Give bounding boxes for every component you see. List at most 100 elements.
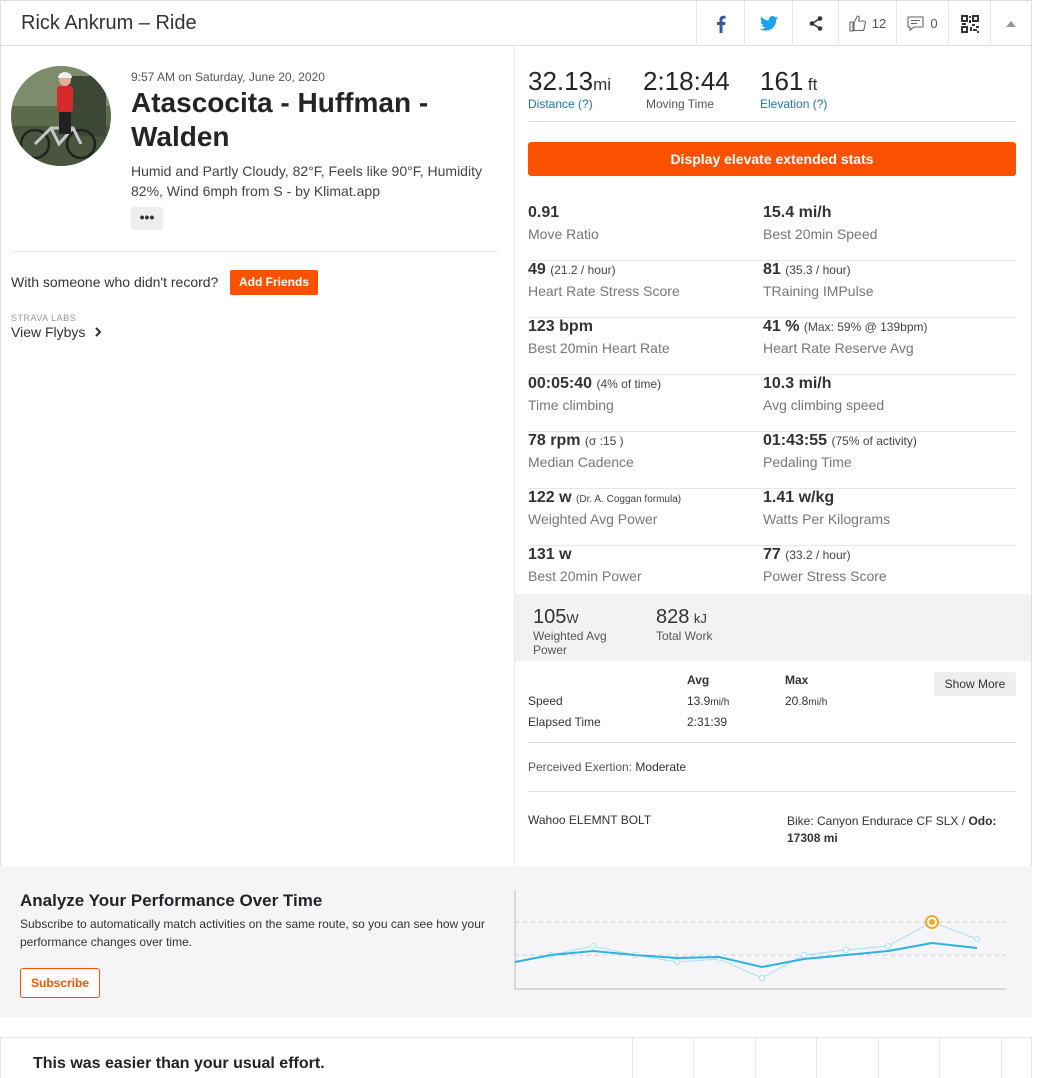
stat-label: Best 20min Speed [763, 226, 878, 242]
stat-sub: (4% of time) [596, 377, 662, 391]
chevron-right-icon [95, 327, 102, 337]
stat-cell: 0.91 Move Ratio [528, 204, 599, 242]
bike-info: Bike: Canyon Endurace CF SLX / Odo: 17308… [787, 813, 1012, 847]
elapsed-time-label: Elapsed Time [528, 715, 601, 729]
chart-point [974, 936, 980, 942]
stat-value: 10.3 mi/h [763, 375, 832, 392]
stat-value: 0.91 [528, 204, 560, 221]
stat-value: 78 rpm [528, 432, 581, 449]
stat-label: Move Ratio [528, 226, 599, 242]
more-actions-button[interactable]: ••• [131, 207, 163, 230]
speed-max-value: 20.8 [785, 694, 809, 708]
effort-column [632, 1038, 633, 1078]
twitter-share-button[interactable] [744, 1, 792, 46]
analyze-title: Analyze Your Performance Over Time [20, 891, 323, 910]
effort-column [878, 1038, 879, 1078]
weighted-power-stat: 105W Weighted Avg Power [533, 606, 623, 657]
chart-point [801, 952, 807, 958]
elapsed-time-value: 2:31:39 [687, 715, 728, 729]
athlete-avatar[interactable] [11, 66, 111, 166]
divider [528, 121, 1016, 122]
share-button[interactable] [792, 1, 838, 46]
elevate-extended-stats-button[interactable]: Display elevate extended stats [528, 142, 1016, 176]
moving-time-stat: 2:18:44 Moving Time [643, 66, 730, 111]
twitter-icon [759, 16, 778, 31]
facebook-icon [716, 15, 726, 33]
elevation-unit: ft [807, 75, 818, 94]
facebook-share-button[interactable] [696, 1, 744, 46]
speed-avg-value: 13.9 [687, 694, 711, 708]
divider [528, 791, 1016, 792]
stat-cell: 41 % (Max: 59% @ 139bpm) Heart Rate Reser… [763, 318, 927, 356]
stat-cell: 00:05:40 (4% of time) Time climbing [528, 375, 661, 413]
total-work-label: Total Work [656, 629, 713, 643]
speed-max: 20.8mi/h [785, 694, 827, 708]
stat-sub: (75% of activity) [831, 434, 917, 448]
stat-sub: (Dr. A. Coggan formula) [576, 494, 682, 505]
stat-sub: (33.2 / hour) [785, 548, 851, 562]
collapse-button[interactable] [990, 1, 1031, 46]
add-friends-button[interactable]: Add Friends [230, 270, 318, 295]
speed-avg-unit: mi/h [710, 697, 730, 708]
stat-value: 81 [763, 261, 781, 278]
distance-value: 32.13 [528, 66, 594, 96]
thumbs-up-icon [849, 15, 866, 32]
weighted-power-value: 105 [533, 606, 567, 628]
avg-header: Avg [687, 673, 710, 687]
stat-label: Heart Rate Reserve Avg [763, 340, 914, 356]
kudos-count: 12 [871, 16, 887, 31]
stat-cell: 81 (35.3 / hour) TRaining IMPulse [763, 261, 874, 299]
athlete-photo [11, 66, 111, 166]
effort-column [693, 1038, 694, 1078]
qr-code-icon [960, 14, 979, 33]
show-more-button[interactable]: Show More [934, 672, 1016, 696]
moving-time-value: 2:18:44 [643, 66, 730, 96]
chart-highlight-dot [929, 919, 935, 925]
moving-time-label: Moving Time [646, 97, 715, 111]
stat-label: Median Cadence [528, 454, 634, 470]
stat-cell: 123 bpm Best 20min Heart Rate [528, 318, 670, 356]
kudos-button[interactable]: 12 [838, 1, 896, 46]
stat-cell: 49 (21.2 / hour) Heart Rate Stress Score [528, 261, 680, 299]
chart-point [843, 947, 849, 953]
stat-cell: 10.3 mi/h Avg climbing speed [763, 375, 884, 413]
stat-cell: 78 rpm (σ :15 ) Median Cadence [528, 432, 634, 470]
stat-cell: 77 (33.2 / hour) Power Stress Score [763, 546, 887, 584]
chart-point [674, 959, 680, 965]
stats-row: 0.91 Move Ratio 15.4 mi/h Best 20min Speed [528, 204, 1016, 261]
subscribe-button[interactable]: Subscribe [20, 968, 100, 998]
caret-up-icon [1006, 20, 1016, 27]
elevation-label[interactable]: Elevation (?) [760, 97, 827, 111]
stat-value: 49 [528, 261, 546, 278]
comments-button[interactable]: 0 [896, 1, 948, 46]
total-work-value: 828 [656, 606, 690, 628]
distance-unit: mi [593, 75, 612, 94]
total-work-unit: kJ [693, 611, 707, 626]
stat-value: 122 w [528, 489, 572, 506]
header-actions: 12 0 [696, 1, 1031, 46]
distance-stat: 32.13mi Distance (?) [528, 66, 611, 111]
distance-label[interactable]: Distance (?) [528, 97, 611, 111]
stat-label: Power Stress Score [763, 568, 887, 584]
stat-cell: 01:43:55 (75% of activity) Pedaling Time [763, 432, 917, 470]
stat-label: Avg climbing speed [763, 397, 885, 413]
page-header: Rick Ankrum – Ride 12 0 [0, 0, 1032, 46]
max-header: Max [785, 673, 809, 687]
speed-label: Speed [528, 694, 563, 708]
stat-label: Pedaling Time [763, 454, 852, 470]
speed-max-unit: mi/h [808, 697, 828, 708]
strava-labs-label: STRAVA LABS [11, 313, 77, 323]
add-friends-prompt: With someone who didn't record? [11, 274, 219, 290]
stat-label: Heart Rate Stress Score [528, 283, 680, 299]
odo-label: Odo: [968, 814, 997, 828]
effort-summary: This was easier than your usual effort. [33, 1055, 325, 1072]
qr-code-button[interactable] [948, 1, 990, 46]
page-title: Rick Ankrum – Ride [21, 12, 197, 34]
chart-point [590, 943, 596, 949]
stat-label: Best 20min Heart Rate [528, 340, 670, 356]
activity-datetime: 9:57 AM on Saturday, June 20, 2020 [131, 70, 325, 84]
view-flybys-link[interactable]: View Flybys [11, 324, 102, 340]
stat-cell: 1.41 w/kg Watts Per Kilograms [763, 489, 890, 527]
perceived-exertion: Perceived Exertion: Moderate [528, 760, 686, 774]
stats-row: 49 (21.2 / hour) Heart Rate Stress Score … [528, 261, 1016, 318]
